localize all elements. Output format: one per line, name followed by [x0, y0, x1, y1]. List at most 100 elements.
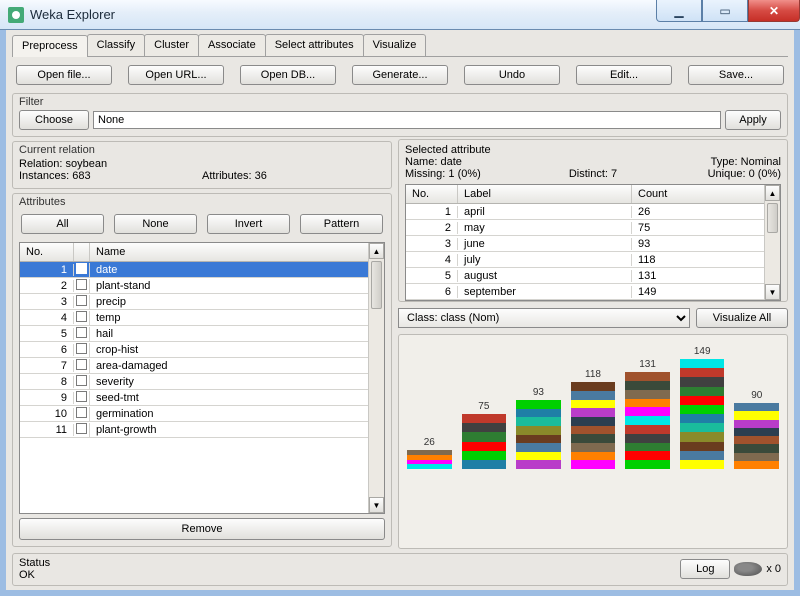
- attr-checkbox[interactable]: [74, 407, 90, 421]
- val-col-count[interactable]: Count: [632, 185, 780, 203]
- bar-column: 131: [625, 359, 670, 469]
- attribute-row[interactable]: 10germination: [20, 406, 384, 422]
- title-bar: Weka Explorer: [0, 0, 800, 30]
- attribute-row[interactable]: 3precip: [20, 294, 384, 310]
- attributes-table[interactable]: No. Name 1date2plant-stand3precip4temp5h…: [19, 242, 385, 514]
- bar-value-label: 118: [585, 369, 601, 380]
- scroll-thumb[interactable]: [767, 203, 778, 233]
- status-counter: x 0: [766, 563, 781, 575]
- value-row[interactable]: 6september149: [406, 284, 780, 300]
- attr-no: 8: [20, 376, 74, 388]
- open-url-button[interactable]: Open URL...: [128, 65, 224, 85]
- open-file-button[interactable]: Open file...: [16, 65, 112, 85]
- attr-pattern-button[interactable]: Pattern: [300, 214, 383, 234]
- attributes-group: Attributes All None Invert Pattern No. N…: [12, 193, 392, 547]
- attribute-row[interactable]: 4temp: [20, 310, 384, 326]
- scroll-thumb[interactable]: [371, 261, 382, 309]
- attr-col-check[interactable]: [74, 243, 90, 261]
- open-db-button[interactable]: Open DB...: [240, 65, 336, 85]
- attr-checkbox[interactable]: [74, 295, 90, 309]
- tab-cluster[interactable]: Cluster: [144, 34, 199, 56]
- attributes-scrollbar[interactable]: ▲ ▼: [368, 243, 384, 513]
- attribute-row[interactable]: 5hail: [20, 326, 384, 342]
- bar: [734, 403, 779, 469]
- value-row[interactable]: 4july118: [406, 252, 780, 268]
- edit-button[interactable]: Edit...: [576, 65, 672, 85]
- tab-select-attributes[interactable]: Select attributes: [265, 34, 364, 56]
- attr-checkbox[interactable]: [74, 343, 90, 357]
- value-row[interactable]: 2may75: [406, 220, 780, 236]
- val-label: july: [458, 254, 632, 266]
- attr-checkbox[interactable]: [74, 423, 90, 437]
- attribute-row[interactable]: 9seed-tmt: [20, 390, 384, 406]
- attr-invert-button[interactable]: Invert: [207, 214, 290, 234]
- attr-checkbox[interactable]: [74, 391, 90, 405]
- attr-all-button[interactable]: All: [21, 214, 104, 234]
- attr-name: area-damaged: [90, 360, 384, 372]
- filter-choose-button[interactable]: Choose: [19, 110, 89, 130]
- attr-checkbox[interactable]: [74, 359, 90, 373]
- window-controls: [656, 0, 800, 29]
- class-selector[interactable]: Class: class (Nom): [398, 308, 690, 328]
- val-col-label[interactable]: Label: [458, 185, 632, 203]
- remove-button[interactable]: Remove: [19, 518, 385, 540]
- val-no: 3: [406, 238, 458, 250]
- value-row[interactable]: 1april26: [406, 204, 780, 220]
- val-no: 4: [406, 254, 458, 266]
- val-no: 5: [406, 270, 458, 282]
- scroll-down-icon[interactable]: ▼: [369, 497, 384, 513]
- attribute-row[interactable]: 7area-damaged: [20, 358, 384, 374]
- relation-label: Relation:: [19, 158, 62, 170]
- tab-visualize[interactable]: Visualize: [363, 34, 427, 56]
- val-no: 2: [406, 222, 458, 234]
- attr-none-button[interactable]: None: [114, 214, 197, 234]
- attr-checkbox[interactable]: [74, 311, 90, 325]
- value-row[interactable]: 5august131: [406, 268, 780, 284]
- minimize-button[interactable]: [656, 0, 702, 22]
- val-col-no[interactable]: No.: [406, 185, 458, 203]
- tab-preprocess[interactable]: Preprocess: [12, 35, 88, 57]
- filter-legend: Filter: [19, 96, 781, 108]
- attribute-row[interactable]: 6crop-hist: [20, 342, 384, 358]
- bar-column: 75: [462, 401, 507, 469]
- attribute-row[interactable]: 1date: [20, 262, 384, 278]
- attr-name: seed-tmt: [90, 392, 384, 404]
- value-row[interactable]: 3june93: [406, 236, 780, 252]
- attr-checkbox[interactable]: [74, 327, 90, 341]
- attr-checkbox[interactable]: [74, 279, 90, 293]
- attr-name: plant-growth: [90, 424, 384, 436]
- log-button[interactable]: Log: [680, 559, 730, 579]
- bar-column: 90: [734, 390, 779, 469]
- value-scrollbar[interactable]: ▲ ▼: [764, 185, 780, 300]
- save-button[interactable]: Save...: [688, 65, 784, 85]
- attr-checkbox[interactable]: [74, 375, 90, 389]
- toolbar: Open file... Open URL... Open DB... Gene…: [12, 57, 788, 91]
- filter-apply-button[interactable]: Apply: [725, 110, 781, 130]
- status-bar: Status OK Log x 0: [12, 553, 788, 586]
- filter-value-input[interactable]: [93, 111, 721, 129]
- attr-no: 2: [20, 280, 74, 292]
- visualize-all-button[interactable]: Visualize All: [696, 308, 788, 328]
- close-button[interactable]: [748, 0, 800, 22]
- attr-checkbox[interactable]: [74, 263, 90, 277]
- generate-button[interactable]: Generate...: [352, 65, 448, 85]
- bar-column: 26: [407, 437, 452, 469]
- bar-value-label: 93: [533, 387, 544, 398]
- attr-col-name[interactable]: Name: [90, 243, 384, 261]
- selattr-unique-label: Unique:: [708, 168, 746, 180]
- attribute-row[interactable]: 2plant-stand: [20, 278, 384, 294]
- val-count: 75: [632, 222, 780, 234]
- tab-associate[interactable]: Associate: [198, 34, 266, 56]
- undo-button[interactable]: Undo: [464, 65, 560, 85]
- tab-classify[interactable]: Classify: [87, 34, 146, 56]
- value-table[interactable]: No. Label Count 1april262may753june934ju…: [405, 184, 781, 301]
- val-label: june: [458, 238, 632, 250]
- scroll-up-icon[interactable]: ▲: [369, 243, 384, 259]
- attribute-row[interactable]: 11plant-growth: [20, 422, 384, 438]
- maximize-button[interactable]: [702, 0, 748, 22]
- scroll-down-icon[interactable]: ▼: [765, 284, 780, 300]
- attr-col-no[interactable]: No.: [20, 243, 74, 261]
- app-frame: PreprocessClassifyClusterAssociateSelect…: [0, 30, 800, 596]
- attribute-row[interactable]: 8severity: [20, 374, 384, 390]
- scroll-up-icon[interactable]: ▲: [765, 185, 780, 201]
